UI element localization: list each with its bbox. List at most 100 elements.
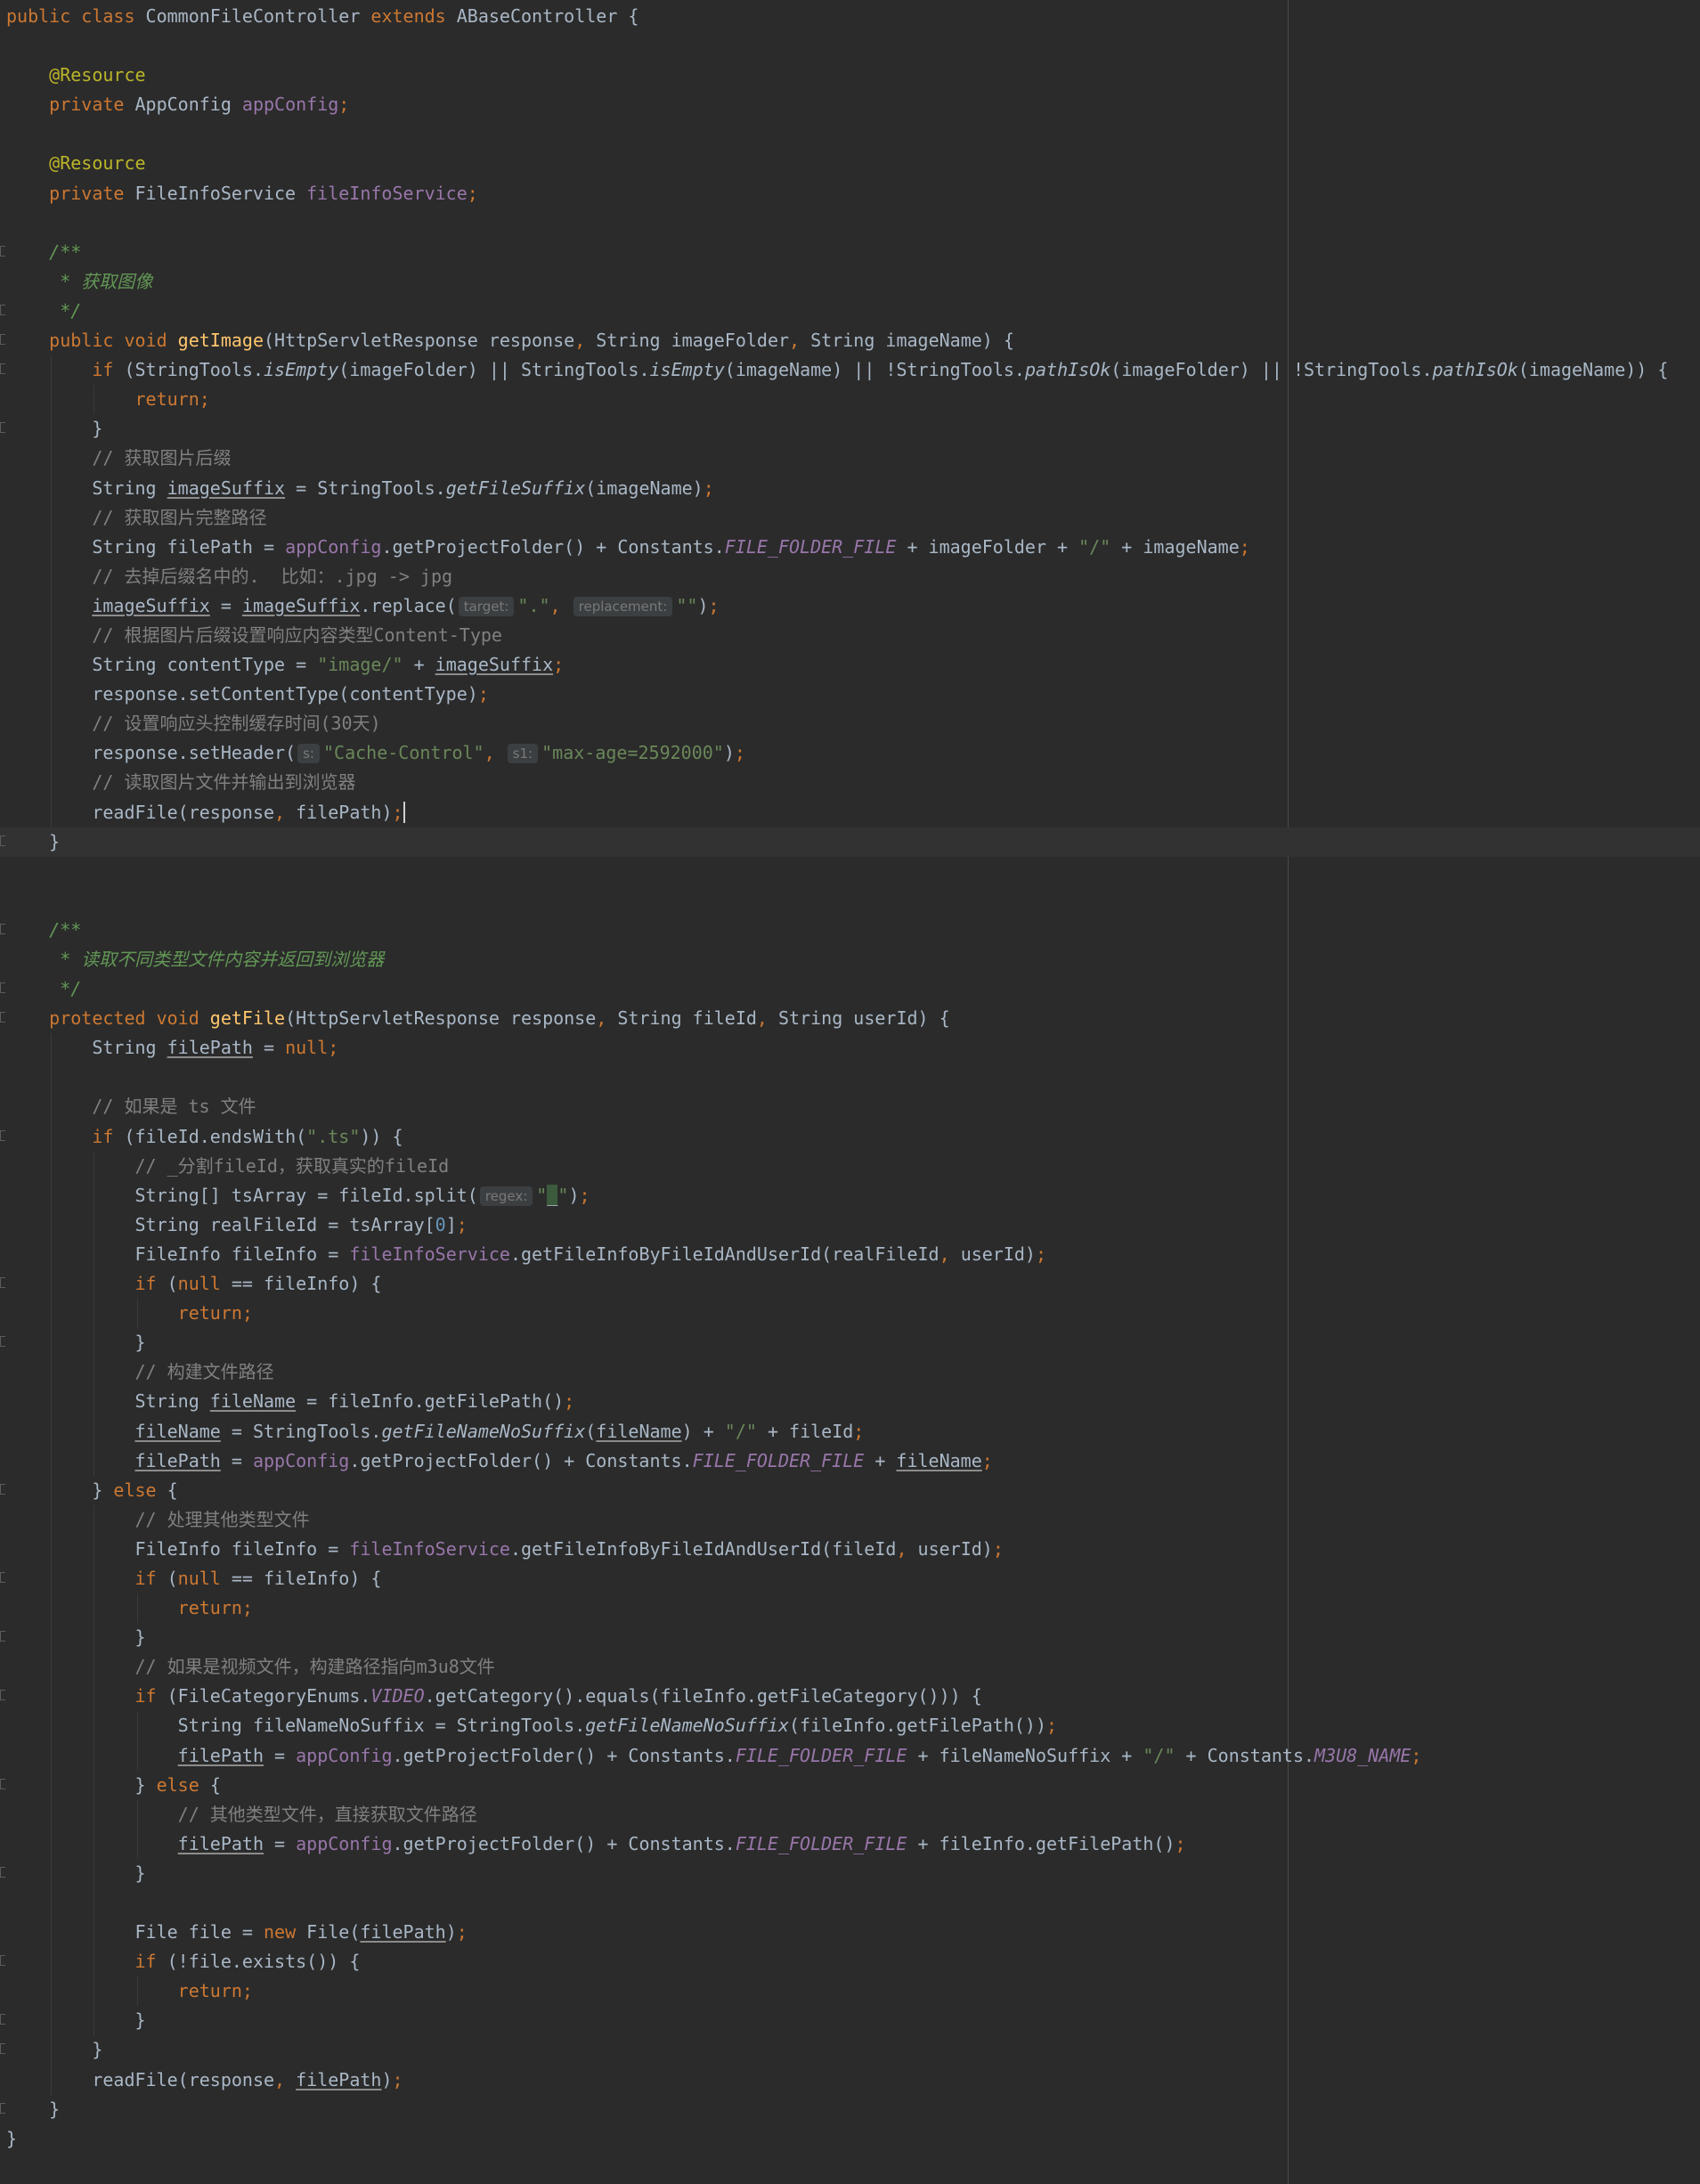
- code-line[interactable]: String filePath = null;: [0, 1033, 1700, 1063]
- fold-marker-icon[interactable]: [0, 1631, 5, 1642]
- code-line[interactable]: if (StringTools.isEmpty(imageFolder) || …: [0, 355, 1700, 386]
- code-line[interactable]: String filePath = appConfig.getProjectFo…: [0, 532, 1700, 562]
- code-line[interactable]: response.setContentType(contentType);: [0, 680, 1700, 710]
- code-line[interactable]: * 读取不同类型文件内容并返回到浏览器: [0, 945, 1700, 974]
- code-line[interactable]: // _分割fileId，获取真实的fileId: [0, 1151, 1700, 1181]
- fold-marker-icon[interactable]: [0, 835, 5, 846]
- code-line[interactable]: } else {: [0, 1475, 1700, 1505]
- code-line[interactable]: private AppConfig appConfig;: [0, 90, 1700, 119]
- code-line[interactable]: [0, 119, 1700, 149]
- code-line[interactable]: }: [0, 1328, 1700, 1358]
- code-line[interactable]: }: [0, 827, 1700, 857]
- code-line[interactable]: String imageSuffix = StringTools.getFile…: [0, 473, 1700, 503]
- code-line[interactable]: return;: [0, 1976, 1700, 2007]
- code-line[interactable]: if (null == fileInfo) {: [0, 1269, 1700, 1300]
- code-line[interactable]: if (fileId.endsWith(".ts")) {: [0, 1121, 1700, 1152]
- code-line[interactable]: // 获取图片后缀: [0, 444, 1700, 474]
- fold-marker-icon[interactable]: [0, 1778, 5, 1789]
- code-line[interactable]: // 根据图片后缀设置响应内容类型Content-Type: [0, 620, 1700, 651]
- fold-marker-icon[interactable]: [0, 1690, 5, 1701]
- code-line[interactable]: filePath = appConfig.getProjectFolder() …: [0, 1740, 1700, 1771]
- code-line[interactable]: [0, 857, 1700, 886]
- code-line[interactable]: // 如果是 ts 文件: [0, 1092, 1700, 1122]
- code-line[interactable]: [0, 1888, 1700, 1919]
- fold-marker-icon[interactable]: [0, 1277, 5, 1289]
- code-line[interactable]: }: [0, 2035, 1700, 2066]
- code-line[interactable]: [0, 31, 1700, 61]
- fold-marker-icon[interactable]: [0, 422, 5, 434]
- code-line[interactable]: private FileInfoService fileInfoService;: [0, 179, 1700, 208]
- code-line[interactable]: filePath = appConfig.getProjectFolder() …: [0, 1829, 1700, 1859]
- code-line[interactable]: /**: [0, 916, 1700, 945]
- code-line[interactable]: @Resource: [0, 149, 1700, 178]
- code-line[interactable]: String[] tsArray = fileId.split(regex: "_…: [0, 1180, 1700, 1210]
- code-line[interactable]: }: [0, 1623, 1700, 1653]
- code-line[interactable]: return;: [0, 1593, 1700, 1624]
- code-line[interactable]: // 处理其他类型文件: [0, 1504, 1700, 1535]
- fold-marker-icon[interactable]: [0, 334, 5, 346]
- code-line[interactable]: /**: [0, 238, 1700, 267]
- code-line[interactable]: [0, 208, 1700, 238]
- code-line[interactable]: protected void getFile(HttpServletRespon…: [0, 1004, 1700, 1033]
- code-line[interactable]: fileName = StringTools.getFileNameNoSuff…: [0, 1416, 1700, 1446]
- code-line[interactable]: String fileName = fileInfo.getFilePath()…: [0, 1387, 1700, 1417]
- fold-marker-icon[interactable]: [0, 363, 5, 375]
- fold-marker-icon[interactable]: [0, 1012, 5, 1023]
- code-line[interactable]: }: [0, 2124, 1700, 2154]
- code-line[interactable]: // 如果是视频文件，构建路径指向m3u8文件: [0, 1652, 1700, 1683]
- code-line[interactable]: String realFileId = tsArray[0];: [0, 1210, 1700, 1240]
- fold-marker-icon[interactable]: [0, 304, 5, 315]
- code-line[interactable]: // 去掉后缀名中的. 比如：.jpg -> jpg: [0, 561, 1700, 591]
- code-line[interactable]: response.setHeader(s: "Cache-Control", s1…: [0, 738, 1700, 769]
- code-line[interactable]: String contentType = "image/" + imageSuf…: [0, 650, 1700, 680]
- code-line[interactable]: // 读取图片文件并输出到浏览器: [0, 768, 1700, 798]
- code-line[interactable]: // 设置响应头控制缓存时间(30天): [0, 709, 1700, 739]
- fold-marker-icon[interactable]: [0, 2102, 5, 2114]
- fold-marker-icon[interactable]: [0, 982, 5, 994]
- code-line[interactable]: // 获取图片完整路径: [0, 502, 1700, 533]
- fold-marker-icon[interactable]: [0, 1866, 5, 1878]
- fold-marker-icon[interactable]: [0, 1129, 5, 1141]
- code-line[interactable]: imageSuffix = imageSuffix.replace(target…: [0, 591, 1700, 621]
- code-line[interactable]: [0, 1063, 1700, 1093]
- code-line[interactable]: filePath = appConfig.getProjectFolder() …: [0, 1446, 1700, 1476]
- code-line[interactable]: }: [0, 2006, 1700, 2036]
- fold-marker-icon[interactable]: [0, 1336, 5, 1348]
- code-line[interactable]: FileInfo fileInfo = fileInfoService.getF…: [0, 1534, 1700, 1564]
- code-line[interactable]: readFile(response, filePath);: [0, 797, 1700, 827]
- code-token: return;: [177, 1980, 253, 2002]
- code-token: return;: [177, 1597, 253, 1619]
- code-line[interactable]: return;: [0, 1299, 1700, 1329]
- code-line[interactable]: // 其他类型文件，直接获取文件路径: [0, 1799, 1700, 1830]
- fold-marker-icon[interactable]: [0, 1483, 5, 1495]
- code-token: imageSuffix: [435, 654, 554, 676]
- code-line[interactable]: if (!file.exists()) {: [0, 1947, 1700, 1977]
- fold-marker-icon[interactable]: [0, 245, 5, 257]
- fold-marker-icon[interactable]: [0, 2014, 5, 2025]
- code-line[interactable]: }: [0, 414, 1700, 444]
- code-line[interactable]: [0, 886, 1700, 916]
- code-line[interactable]: if (FileCategoryEnums.VIDEO.getCategory(…: [0, 1682, 1700, 1712]
- code-line[interactable]: // 构建文件路径: [0, 1357, 1700, 1388]
- fold-marker-icon[interactable]: [0, 2043, 5, 2055]
- code-line[interactable]: */: [0, 974, 1700, 1004]
- fold-marker-icon[interactable]: [0, 1571, 5, 1583]
- code-lines[interactable]: public class CommonFileController extend…: [0, 2, 1700, 2154]
- code-line[interactable]: } else {: [0, 1770, 1700, 1800]
- code-line[interactable]: @Resource: [0, 61, 1700, 90]
- code-line[interactable]: public class CommonFileController extend…: [0, 2, 1700, 31]
- code-line[interactable]: * 获取图像: [0, 267, 1700, 297]
- code-line[interactable]: public void getImage(HttpServletResponse…: [0, 326, 1700, 355]
- code-line[interactable]: File file = new File(filePath);: [0, 1918, 1700, 1948]
- code-line[interactable]: if (null == fileInfo) {: [0, 1563, 1700, 1594]
- code-line[interactable]: */: [0, 297, 1700, 326]
- code-line[interactable]: String fileNameNoSuffix = StringTools.ge…: [0, 1711, 1700, 1741]
- code-editor[interactable]: public class CommonFileController extend…: [0, 0, 1700, 2184]
- code-line[interactable]: FileInfo fileInfo = fileInfoService.getF…: [0, 1239, 1700, 1270]
- code-line[interactable]: readFile(response, filePath);: [0, 2065, 1700, 2095]
- fold-marker-icon[interactable]: [0, 1955, 5, 1967]
- code-line[interactable]: }: [0, 1858, 1700, 1888]
- code-line[interactable]: return;: [0, 385, 1700, 415]
- fold-marker-icon[interactable]: [0, 923, 5, 934]
- code-line[interactable]: }: [0, 2095, 1700, 2124]
